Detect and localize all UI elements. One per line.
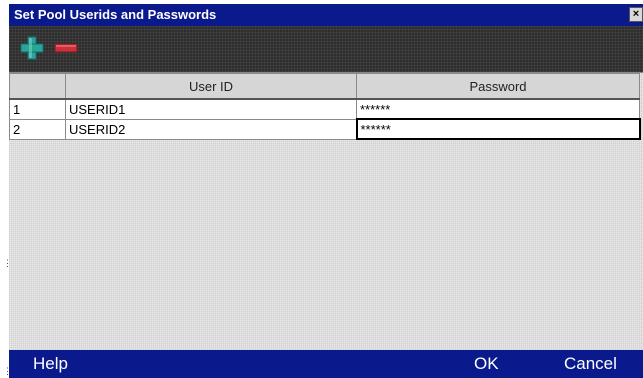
ok-button[interactable]: OK	[474, 354, 499, 374]
remove-row-button[interactable]	[51, 34, 81, 62]
plus-icon	[20, 36, 44, 60]
table-row[interactable]: 1 USERID1 ******	[9, 98, 640, 120]
password-cell-active[interactable]: ******	[355, 118, 641, 140]
userid-grid: User ID Password 1 USERID1 ****** 2 USER…	[9, 72, 643, 350]
table-row[interactable]: 2 USERID2 ******	[9, 118, 641, 140]
user-id-cell[interactable]: USERID1	[65, 98, 357, 120]
title-bar[interactable]: Set Pool Userids and Passwords ×	[9, 4, 643, 26]
column-header-password[interactable]: Password	[356, 73, 640, 100]
row-index-cell: 1	[9, 98, 66, 120]
close-icon: ×	[632, 8, 640, 20]
dialog-window: Set Pool Userids and Passwords × User ID…	[9, 4, 643, 378]
toolbar	[9, 26, 643, 72]
table-header-row: User ID Password	[9, 73, 640, 100]
row-index-cell: 2	[9, 118, 66, 140]
window-title: Set Pool Userids and Passwords	[14, 7, 217, 22]
button-bar: Help OK Cancel	[9, 350, 643, 378]
help-button[interactable]: Help	[33, 354, 68, 374]
user-id-cell[interactable]: USERID2	[65, 118, 357, 140]
minus-icon	[54, 43, 78, 53]
userid-table: User ID Password 1 USERID1 ****** 2 USER…	[9, 73, 641, 140]
cancel-button[interactable]: Cancel	[564, 354, 617, 374]
close-button[interactable]: ×	[629, 7, 643, 22]
add-row-button[interactable]	[17, 34, 47, 62]
password-cell[interactable]: ******	[356, 98, 640, 120]
column-header-index[interactable]	[9, 73, 66, 100]
column-header-user-id[interactable]: User ID	[65, 73, 357, 100]
